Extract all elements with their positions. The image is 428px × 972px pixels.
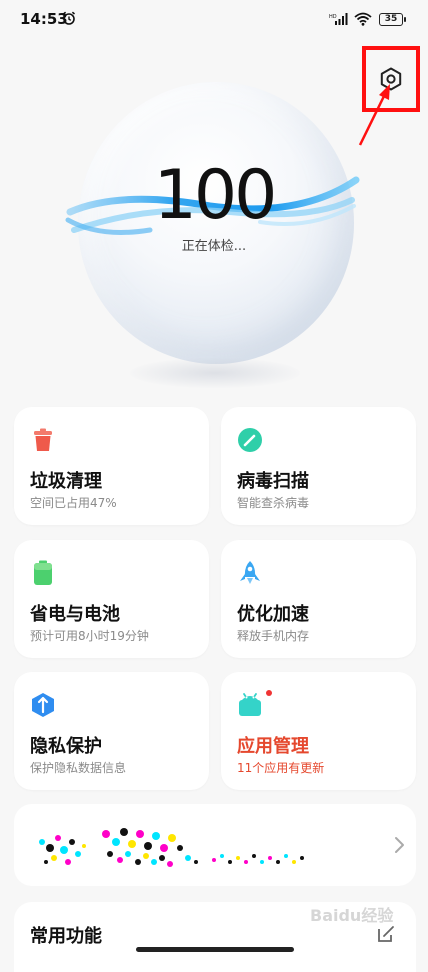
card-subtitle: 智能查杀病毒 <box>237 496 310 510</box>
card-subtitle: 保护隐私数据信息 <box>30 761 127 775</box>
alarm-icon <box>62 11 76 25</box>
card-subtitle: 空间已占用47% <box>30 496 117 510</box>
update-badge-dot <box>266 690 272 696</box>
signal-icon: HD <box>329 13 348 25</box>
promo-banner[interactable] <box>14 804 416 886</box>
banner-dots <box>39 828 304 867</box>
card-title: 应用管理 <box>237 736 309 757</box>
sphere-shadow <box>130 358 300 388</box>
rocket-icon <box>240 561 260 584</box>
card-speed-up[interactable]: 优化加速 释放手机内存 <box>221 540 416 658</box>
health-score: 100 <box>153 156 278 235</box>
virus-scan-icon <box>238 428 262 452</box>
card-subtitle: 预计可用8小时19分钟 <box>30 629 149 643</box>
home-indicator[interactable] <box>136 947 294 952</box>
status-bar: 14:53 HD 35 <box>0 0 428 42</box>
card-title: 病毒扫描 <box>237 471 309 492</box>
svg-text:HD: HD <box>329 14 337 20</box>
privacy-shield-icon <box>32 693 54 717</box>
wifi-icon <box>354 12 372 26</box>
scan-status: 正在体检... <box>181 239 247 254</box>
common-functions-title: 常用功能 <box>30 926 102 947</box>
card-title: 隐私保护 <box>30 736 102 757</box>
card-title: 垃圾清理 <box>30 471 102 492</box>
battery-indicator: 35 <box>379 13 403 26</box>
card-battery[interactable]: 省电与电池 预计可用8小时19分钟 <box>14 540 209 658</box>
trash-icon <box>34 428 52 451</box>
card-junk-cleanup[interactable]: 垃圾清理 空间已占用47% <box>14 407 209 525</box>
watermark: Baidu经验 <box>310 906 394 925</box>
battery-tip <box>404 17 406 22</box>
card-title: 省电与电池 <box>30 604 120 625</box>
card-virus-scan[interactable]: 病毒扫描 智能查杀病毒 <box>221 407 416 525</box>
card-title: 优化加速 <box>237 604 309 625</box>
status-time: 14:53 <box>20 10 68 28</box>
banner-graphic <box>39 828 304 867</box>
card-subtitle: 11个应用有更新 <box>237 761 325 775</box>
chevron-right-icon <box>395 837 404 853</box>
android-app-icon <box>239 693 261 716</box>
card-app-management[interactable]: 应用管理 11个应用有更新 <box>221 672 416 790</box>
battery-icon <box>34 560 52 585</box>
checkup-hero: 100 正在体检... <box>0 60 428 400</box>
card-subtitle: 释放手机内存 <box>237 629 310 643</box>
card-privacy[interactable]: 隐私保护 保护隐私数据信息 <box>14 672 209 790</box>
